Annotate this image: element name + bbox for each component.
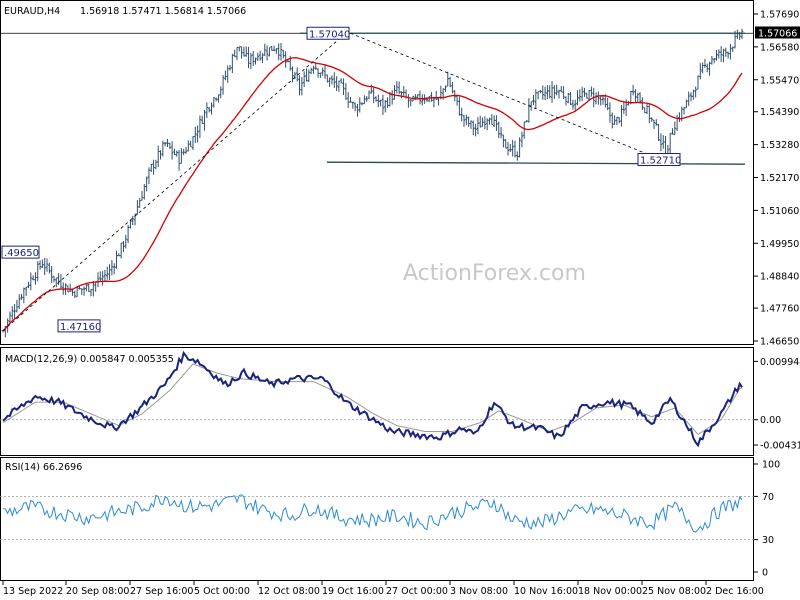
forex-chart: ActionForex.com 1.57040 1.52710 .49650 1.47… [0, 0, 800, 600]
chart-header-symbol: EURAUD,H4 [4, 6, 60, 17]
watermark: ActionForex.com [403, 261, 586, 286]
time-tick-label: 19 Oct 16:00 [322, 586, 384, 597]
current-price-label: 1.57066 [758, 28, 797, 39]
price-tick-label: 1.49950 [760, 239, 799, 250]
macd-tick-label: 0.009944 [760, 357, 800, 368]
rsi-tick-label: 70 [762, 492, 774, 503]
time-tick-label: 5 Oct 00:00 [194, 586, 250, 597]
time-tick-label: 12 Oct 08:00 [258, 586, 320, 597]
time-tick-label: 20 Sep 08:00 [66, 586, 129, 597]
annotation-left-low-label: 1.47160 [60, 322, 101, 333]
price-tick-label: 1.52170 [760, 173, 799, 184]
annotation-low-label: 1.52710 [640, 156, 681, 167]
time-tick-label: 2 Dec 16:00 [706, 586, 764, 597]
rsi-label: RSI(14) 66.2696 [5, 462, 82, 473]
price-tick-label: 1.47760 [760, 304, 799, 315]
price-tick-label: 1.51060 [760, 206, 799, 217]
price-tick-label: 1.56580 [760, 42, 799, 53]
time-tick-label: 27 Sep 16:00 [130, 586, 193, 597]
macd-tick-label: 0.00 [760, 415, 781, 426]
chart-header-ohlc: 1.56918 1.57471 1.56814 1.57066 [80, 6, 246, 17]
macd-tick-label: -0.004313 [760, 441, 800, 452]
price-tick-label: 1.53280 [760, 140, 799, 151]
price-tick-label: 1.55470 [760, 75, 799, 86]
price-tick-label: 1.54390 [760, 107, 799, 118]
rsi-tick-label: 30 [762, 535, 774, 546]
time-tick-label: 13 Sep 2022 [3, 586, 63, 597]
rsi-tick-label: 100 [762, 460, 780, 471]
rsi-tick-label: 0 [762, 568, 768, 579]
time-tick-label: 3 Nov 08:00 [450, 586, 508, 597]
annotation-left-high-label: .49650 [4, 248, 39, 259]
price-tick-label: 1.46650 [760, 337, 799, 348]
time-tick-label: 27 Oct 00:00 [386, 586, 448, 597]
time-tick-label: 25 Nov 08:00 [642, 586, 706, 597]
time-tick-label: 18 Nov 00:00 [578, 586, 642, 597]
price-tick-label: 1.57690 [760, 10, 799, 21]
time-tick-label: 10 Nov 16:00 [514, 586, 578, 597]
price-tick-label: 1.48840 [760, 272, 799, 283]
annotation-high-label: 1.57040 [309, 29, 350, 40]
macd-label: MACD(12,26,9) 0.005847 0.005355 [5, 354, 174, 365]
